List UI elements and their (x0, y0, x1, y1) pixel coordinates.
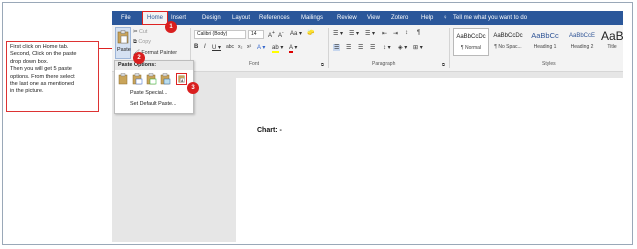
tab-file[interactable]: File (121, 11, 131, 25)
multilevel-list-icon[interactable]: ☰ ▾ (365, 30, 375, 37)
justify-icon[interactable]: ☰ (370, 44, 375, 51)
style-title[interactable]: AaB Title (601, 28, 624, 56)
style-sample: AaBbCcE (568, 33, 595, 39)
document-page[interactable] (236, 78, 623, 242)
shrink-font-icon[interactable]: A- (278, 30, 284, 39)
paragraph-group-label: Paragraph (372, 61, 396, 67)
document-text: Chart: - (257, 127, 282, 134)
clipboard-icon (117, 30, 129, 44)
increase-indent-icon[interactable]: ⇥ (393, 30, 398, 37)
numbering-icon[interactable]: ☰ ▾ (349, 30, 359, 37)
copy-label: Copy (138, 39, 151, 45)
lightbulb-icon: ♀ (443, 15, 448, 21)
italic-icon[interactable]: I (204, 44, 206, 50)
style-name: ¶ No Spac... (494, 44, 522, 50)
bullets-icon[interactable]: ☰ ▾ (333, 30, 343, 37)
sort-icon[interactable]: ↕ (405, 30, 408, 36)
line-spacing-icon[interactable]: ↕ ▾ (383, 44, 391, 51)
instruction-line: drop down box. (10, 58, 49, 65)
align-right-icon[interactable]: ☰ (358, 44, 363, 51)
text-effects-icon[interactable]: A ▾ (257, 44, 265, 51)
font-color-icon[interactable]: A ▾ (289, 44, 297, 53)
instruction-line: in the picture. (10, 88, 44, 95)
strikethrough-icon[interactable]: abc (226, 44, 234, 50)
font-name-select[interactable]: Calibri (Body) (194, 30, 246, 39)
tab-review[interactable]: Review (337, 11, 357, 25)
change-case-icon[interactable]: Aa ▾ (290, 30, 302, 37)
subscript-icon[interactable]: x₂ (238, 44, 242, 50)
style-sample: AaBbCc (531, 31, 559, 40)
style-sample: AaBbCcDc (493, 33, 523, 39)
style-sample: AaB (601, 29, 624, 43)
shading-icon[interactable]: ◈ ▾ (398, 44, 407, 51)
copy-icon: ⧉ (133, 39, 137, 45)
style-normal[interactable]: AaBbCcDc ¶ Normal (453, 28, 489, 56)
style-no-spacing[interactable]: AaBbCcDc ¶ No Spac... (490, 28, 526, 56)
step-badge-2: 2 (133, 52, 145, 64)
divider (328, 28, 329, 68)
style-name: Title (607, 44, 617, 50)
style-sample: AaBbCcDc (456, 34, 486, 40)
ribbon-tab-bar: File Home Insert Design Layout Reference… (112, 11, 623, 25)
paste-special-item[interactable]: Paste Special... (130, 90, 167, 96)
decrease-indent-icon[interactable]: ⇤ (382, 30, 387, 37)
style-name: Heading 1 (533, 44, 557, 50)
copy-button[interactable]: ⧉ Copy (133, 39, 151, 46)
set-default-paste-item[interactable]: Set Default Paste... (130, 101, 176, 107)
tab-help[interactable]: Help (421, 11, 433, 25)
pilcrow-icon[interactable]: ¶ (417, 30, 420, 36)
use-destination-styles-icon[interactable] (146, 73, 157, 85)
clear-format-icon[interactable]: 🧽 (307, 29, 314, 36)
instruction-line: options. From there select (10, 73, 75, 80)
instruction-note: First click on Home tab. Second, Click o… (6, 41, 99, 112)
align-center-icon[interactable]: ☰ (346, 44, 351, 51)
font-size-select[interactable]: 14 (248, 30, 264, 39)
step-badge-1: 1 (165, 21, 177, 33)
merge-formatting-icon[interactable] (132, 73, 143, 85)
scissors-icon: ✂ (133, 29, 138, 35)
style-name: Heading 2 (570, 44, 594, 50)
font-group-label: Font (249, 61, 260, 67)
picture-paste-icon[interactable] (160, 73, 171, 85)
instruction-line: the last one as mentioned (10, 81, 75, 88)
cut-button[interactable]: ✂ Cut (133, 29, 147, 35)
superscript-icon[interactable]: x² (247, 44, 251, 50)
style-heading-1[interactable]: AaBbCc Heading 1 (527, 28, 563, 56)
tab-mailings[interactable]: Mailings (301, 11, 323, 25)
underline-icon[interactable]: U ▾ (212, 44, 221, 51)
cut-label: Cut (139, 29, 148, 35)
instruction-line: First click on Home tab. (10, 44, 69, 50)
keep-text-only-icon[interactable]: A (176, 73, 187, 85)
paste-label: Paste (117, 47, 131, 53)
tab-design[interactable]: Design (202, 11, 221, 25)
highlight-icon[interactable]: ab ▾ (272, 44, 283, 53)
tab-layout[interactable]: Layout (232, 11, 250, 25)
tab-references[interactable]: References (259, 11, 290, 25)
bold-icon[interactable]: B (194, 44, 198, 50)
format-painter-label: Format Painter (141, 50, 177, 56)
align-left-icon[interactable]: ☰ (333, 44, 341, 51)
styles-group-label: Styles (542, 61, 556, 67)
paste-button[interactable]: Paste (115, 27, 131, 59)
instruction-line: Second, Click on the paste (10, 51, 77, 58)
tab-home[interactable]: Home (142, 11, 169, 25)
tab-view[interactable]: View (367, 11, 380, 25)
tell-me-box[interactable]: Tell me what you want to do (453, 11, 527, 25)
paste-options-header: Paste Options: (115, 61, 193, 70)
dialog-launcher-icon[interactable]: ⧉ (321, 62, 324, 67)
paste-dropdown: Paste Options: A Paste Special... Set De… (114, 60, 194, 114)
divider (449, 28, 450, 68)
keep-source-formatting-icon[interactable] (118, 73, 129, 85)
step-badge-3: 3 (187, 82, 199, 94)
dialog-launcher-icon[interactable]: ⧉ (442, 62, 445, 67)
instruction-line: Then you will get 5 paste (10, 66, 72, 73)
style-name: ¶ Normal (460, 45, 482, 51)
tab-zotero[interactable]: Zotero (391, 11, 408, 25)
grow-font-icon[interactable]: A+ (268, 30, 275, 39)
style-heading-2[interactable]: AaBbCcE Heading 2 (564, 28, 600, 56)
borders-icon[interactable]: ⊞ ▾ (413, 44, 423, 51)
